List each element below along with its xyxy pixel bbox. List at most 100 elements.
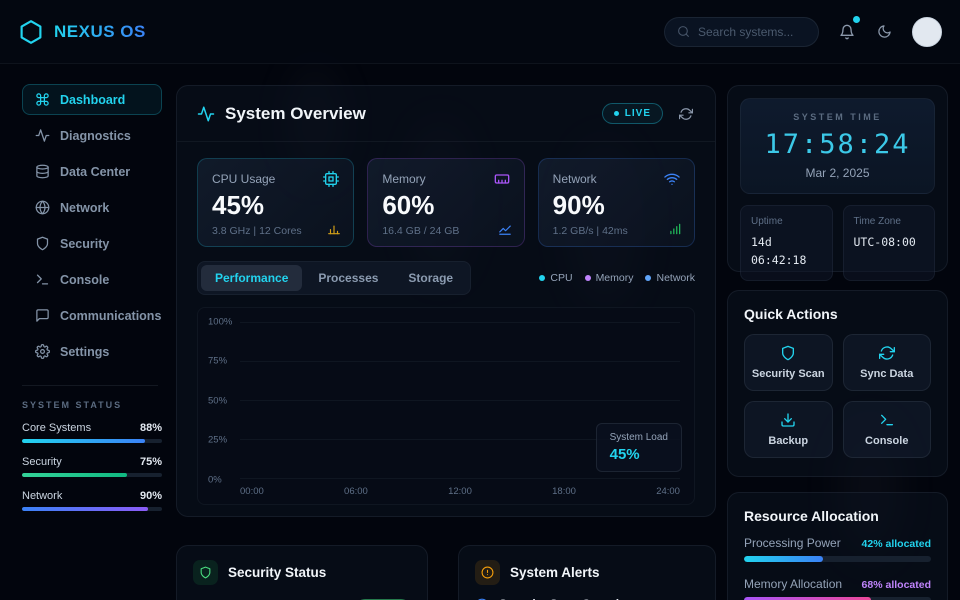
status-value: 75%	[140, 456, 162, 468]
sync-data-button[interactable]: Sync Data	[843, 334, 932, 391]
sidebar-item-label: Dashboard	[60, 93, 125, 107]
line-chart-icon	[498, 222, 512, 236]
refresh-button[interactable]	[677, 105, 695, 123]
resource-allocation-panel: Resource Allocation Processing Power 42%…	[727, 492, 948, 600]
notifications-button[interactable]	[837, 22, 857, 42]
bell-icon	[839, 24, 855, 40]
live-label: LIVE	[625, 108, 651, 119]
moon-icon	[877, 24, 892, 39]
allocation-value: 42% allocated	[862, 538, 931, 550]
search-input[interactable]	[698, 25, 808, 39]
card-detail: 16.4 GB / 24 GB	[382, 225, 509, 237]
sidebar-item-label: Settings	[60, 345, 109, 359]
gridline	[240, 361, 680, 362]
progress-fill	[22, 439, 145, 443]
system-alerts-panel: System Alerts Security Scan Complete 14:…	[458, 545, 716, 600]
uptime-card: Uptime 14d 06:42:18	[740, 205, 833, 281]
search-bar[interactable]	[664, 17, 819, 47]
sidebar-item-console[interactable]: Console	[22, 264, 162, 295]
sidebar-item-label: Diagnostics	[60, 129, 131, 143]
theme-toggle-button[interactable]	[875, 22, 894, 41]
panel-title: Security Status	[228, 565, 326, 580]
system-load-value: 45%	[610, 446, 668, 463]
x-axis-tick: 06:00	[344, 486, 368, 497]
y-axis-tick: 75%	[208, 356, 236, 367]
panel-title: Quick Actions	[744, 306, 931, 322]
panel-title: Resource Allocation	[744, 508, 931, 524]
refresh-icon	[679, 107, 693, 121]
memory-allocation-row: Memory Allocation 68% allocated	[744, 577, 931, 600]
live-dot-icon	[614, 111, 619, 116]
timezone-label: Time Zone	[854, 216, 925, 227]
uptime-label: Uptime	[751, 216, 822, 227]
tab-processes[interactable]: Processes	[304, 265, 392, 291]
cpu-usage-card[interactable]: CPU Usage 45% 3.8 GHz | 12 Cores	[197, 158, 354, 247]
tab-storage[interactable]: Storage	[394, 265, 467, 291]
user-avatar[interactable]	[912, 17, 942, 47]
action-label: Security Scan	[752, 368, 825, 380]
globe-icon	[35, 200, 50, 215]
sidebar-item-data-center[interactable]: Data Center	[22, 156, 162, 187]
progress-track	[22, 439, 162, 443]
sidebar-item-network[interactable]: Network	[22, 192, 162, 223]
y-axis-tick: 0%	[208, 475, 236, 486]
progress-fill	[22, 507, 148, 511]
quick-actions-panel: Quick Actions Security Scan Sync Data Ba…	[727, 290, 948, 477]
console-button[interactable]: Console	[843, 401, 932, 458]
page-title: System Overview	[225, 104, 366, 124]
chart-legend: CPU Memory Network	[539, 272, 695, 284]
tab-group: Performance Processes Storage	[197, 261, 471, 295]
message-icon	[35, 308, 50, 323]
legend-memory: Memory	[585, 272, 634, 284]
top-bar: NEXUS OS	[0, 0, 960, 64]
legend-network: Network	[645, 272, 695, 284]
status-value: 90%	[140, 490, 162, 502]
allocation-label: Memory Allocation	[744, 577, 842, 591]
pulse-icon	[197, 105, 215, 123]
terminal-icon	[879, 412, 895, 428]
security-scan-button[interactable]: Security Scan	[744, 334, 833, 391]
backup-button[interactable]: Backup	[744, 401, 833, 458]
timezone-card: Time Zone UTC-08:00	[843, 205, 936, 281]
card-label: Memory	[382, 172, 425, 186]
system-overview-panel: System Overview LIVE CPU Usage	[176, 85, 716, 517]
sidebar-item-security[interactable]: Security	[22, 228, 162, 259]
notification-dot	[853, 16, 860, 23]
clock-value: 17:58:24	[751, 129, 924, 160]
y-axis-tick: 25%	[208, 435, 236, 446]
sidebar-item-dashboard[interactable]: Dashboard	[22, 84, 162, 115]
sidebar-item-label: Security	[60, 237, 109, 251]
memory-card[interactable]: Memory 60% 16.4 GB / 24 GB	[367, 158, 524, 247]
terminal-icon	[35, 272, 50, 287]
status-label: Core Systems	[22, 422, 91, 434]
card-detail: 3.8 GHz | 12 Cores	[212, 225, 339, 237]
sidebar-divider	[22, 385, 158, 386]
sidebar-item-settings[interactable]: Settings	[22, 336, 162, 367]
nexus-os-dashboard: NEXUS OS	[0, 0, 960, 600]
refresh-icon	[879, 345, 895, 361]
progress-track	[22, 507, 162, 511]
card-value: 90%	[553, 192, 680, 218]
sidebar-item-communications[interactable]: Communications	[22, 300, 162, 331]
clock-display: SYSTEM TIME 17:58:24 Mar 2, 2025	[740, 98, 935, 194]
network-card[interactable]: Network 90% 1.2 GB/s | 42ms	[538, 158, 695, 247]
status-network: Network 90%	[22, 490, 162, 511]
database-icon	[35, 164, 50, 179]
system-load-box: System Load 45%	[596, 423, 682, 472]
action-label: Console	[865, 435, 908, 447]
status-value: 88%	[140, 422, 162, 434]
uptime-value: 14d 06:42:18	[751, 234, 822, 270]
header-actions	[664, 17, 942, 47]
x-axis-tick: 00:00	[240, 486, 264, 497]
tab-performance[interactable]: Performance	[201, 265, 302, 291]
download-icon	[780, 412, 796, 428]
sidebar-item-diagnostics[interactable]: Diagnostics	[22, 120, 162, 151]
hexagon-logo-icon	[18, 19, 44, 45]
memory-icon	[494, 171, 510, 187]
legend-cpu: CPU	[539, 272, 572, 284]
sidebar-item-label: Network	[60, 201, 109, 215]
allocation-label: Processing Power	[744, 536, 841, 550]
x-axis: 00:00 06:00 12:00 18:00 24:00	[240, 486, 680, 497]
system-load-label: System Load	[610, 432, 668, 443]
overview-header: System Overview LIVE	[177, 86, 715, 142]
